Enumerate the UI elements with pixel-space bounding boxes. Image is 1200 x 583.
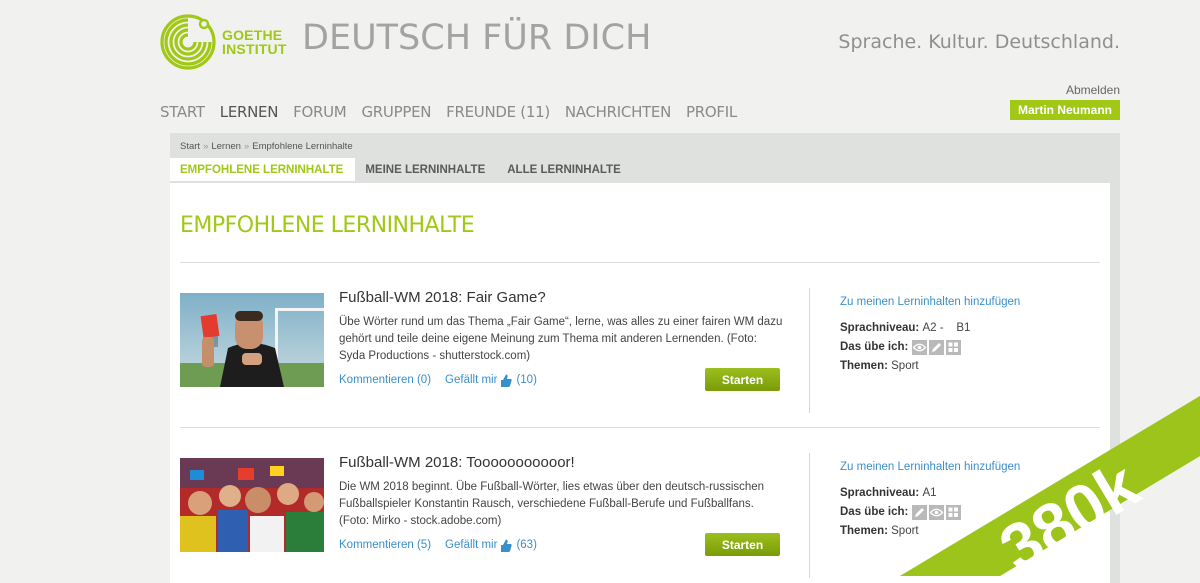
level-value: A1 xyxy=(922,487,937,499)
level-label: Sprachniveau: xyxy=(840,487,920,499)
divider xyxy=(809,453,810,578)
goethe-logo-icon xyxy=(160,14,216,70)
like-link[interactable]: Gefällt mir xyxy=(445,539,497,552)
comment-link[interactable]: Kommentieren (5) xyxy=(339,539,431,552)
breadcrumb-lernen[interactable]: Lernen xyxy=(211,141,241,152)
add-to-my-content-link[interactable]: Zu meinen Lerninhalten hinzufügen xyxy=(840,296,1020,308)
divider xyxy=(180,427,1100,428)
nav-item-freunde[interactable]: FREUNDE (11) xyxy=(446,103,550,121)
eye-icon xyxy=(912,340,928,355)
nav-item-gruppen[interactable]: GRUPPEN xyxy=(361,103,431,121)
breadcrumb-current: Empfohlene Lerninhalte xyxy=(252,141,353,152)
tab-empfohlene[interactable]: EMPFOHLENE LERNINHALTE xyxy=(170,158,356,181)
puzzle-icon xyxy=(946,505,962,520)
nav-item-start[interactable]: START xyxy=(160,103,205,121)
tagline: Sprache. Kultur. Deutschland. xyxy=(838,31,1120,53)
main-nav: START LERNEN FORUM GRUPPEN FREUNDE (11) … xyxy=(160,103,737,121)
eye-icon xyxy=(929,505,945,520)
goethe-logo[interactable]: GOETHE INSTITUT xyxy=(160,14,287,70)
start-button[interactable]: Starten xyxy=(705,533,780,556)
comment-link[interactable]: Kommentieren (0) xyxy=(339,374,431,387)
puzzle-icon xyxy=(946,340,962,355)
item-thumbnail-red-card[interactable] xyxy=(180,293,324,387)
item-actions: Kommentieren (5) Gefällt mir (63) xyxy=(339,539,537,552)
breadcrumb-start[interactable]: Start xyxy=(180,141,200,152)
like-count: (63) xyxy=(516,539,537,551)
user-name-badge[interactable]: Martin Neumann xyxy=(1009,100,1120,120)
nav-item-forum[interactable]: FORUM xyxy=(293,103,347,121)
content-area: EMPFOHLENE LERNINHALTE Fußball-WM 2018: … xyxy=(170,183,1110,583)
nav-item-lernen[interactable]: LERNEN xyxy=(220,103,279,121)
themes-value: Sport xyxy=(891,525,919,537)
divider xyxy=(180,262,1100,263)
thumbs-up-icon[interactable] xyxy=(501,539,513,552)
item-meta: Sprachniveau: A1 Das übe ich: Themen: Sp… xyxy=(840,484,962,541)
add-to-my-content-link[interactable]: Zu meinen Lerninhalten hinzufügen xyxy=(840,461,1020,473)
logo-line-1: GOETHE xyxy=(222,27,283,43)
themes-label: Themen: xyxy=(840,525,888,537)
level-label: Sprachniveau: xyxy=(840,322,920,334)
item-thumbnail-fans[interactable] xyxy=(180,458,324,552)
logout-link[interactable]: Abmelden xyxy=(1066,83,1120,97)
practice-label: Das übe ich: xyxy=(840,506,909,518)
nav-item-nachrichten[interactable]: NACHRICHTEN xyxy=(565,103,671,121)
like-count: (10) xyxy=(516,374,537,386)
like-link[interactable]: Gefällt mir xyxy=(445,374,497,387)
themes-value: Sport xyxy=(891,360,919,372)
pencil-icon xyxy=(929,340,945,355)
divider xyxy=(809,288,810,413)
tab-meine[interactable]: MEINE LERNINHALTE xyxy=(355,158,497,181)
item-title[interactable]: Fußball-WM 2018: Tooooooooooor! xyxy=(339,454,575,471)
level-value: A2 - B1 xyxy=(922,322,971,334)
list-item: Fußball-WM 2018: Fair Game? Übe Wörter r… xyxy=(180,268,1100,413)
practice-label: Das übe ich: xyxy=(840,341,909,353)
breadcrumb-separator: » xyxy=(203,141,209,152)
thumbs-up-icon[interactable] xyxy=(501,374,513,387)
breadcrumb-separator: » xyxy=(243,141,250,152)
item-title[interactable]: Fußball-WM 2018: Fair Game? xyxy=(339,289,546,306)
pencil-icon xyxy=(912,505,928,520)
item-actions: Kommentieren (0) Gefällt mir (10) xyxy=(339,374,537,387)
site-title: DEUTSCH FÜR DICH xyxy=(302,18,652,58)
content-panel: Start» Lernen» Empfohlene Lerninhalte EMPF… xyxy=(170,133,1120,583)
breadcrumb: Start» Lernen» Empfohlene Lerninhalte xyxy=(180,141,353,152)
page-title: EMPFOHLENE LERNINHALTE xyxy=(180,213,475,238)
start-button[interactable]: Starten xyxy=(705,368,780,391)
logo-line-2: INSTITUT xyxy=(222,41,287,57)
item-description: Übe Wörter rund um das Thema „Fair Game“… xyxy=(339,316,783,362)
tab-bar: EMPFOHLENE LERNINHALTE MEINE LERNINHALTE… xyxy=(170,158,633,181)
item-description: Die WM 2018 beginnt. Übe Fußball-Wörter,… xyxy=(339,481,765,527)
item-meta: Sprachniveau: A2 - B1 Das übe ich: Theme… xyxy=(840,319,970,376)
list-item: Fußball-WM 2018: Tooooooooooor! Die WM 2… xyxy=(180,433,1100,578)
themes-label: Themen: xyxy=(840,360,888,372)
tab-alle[interactable]: ALLE LERNINHALTE xyxy=(497,158,633,181)
nav-item-profil[interactable]: PROFIL xyxy=(686,103,737,121)
